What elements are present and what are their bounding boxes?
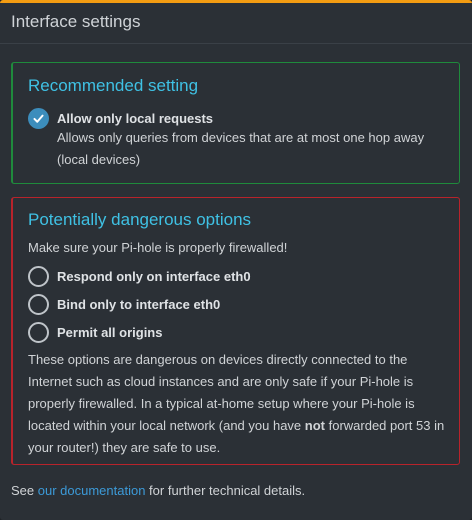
bind-only-eth0-option[interactable]: Bind only to interface eth0 (28, 294, 220, 315)
allow-local-requests-radio[interactable] (28, 108, 49, 129)
bind-only-eth0-radio[interactable] (28, 294, 49, 315)
dangerous-options-box: Potentially dangerous options Make sure … (11, 197, 460, 465)
checkmark-icon (33, 114, 44, 123)
permit-all-origins-label: Permit all origins (57, 325, 163, 340)
dangerous-options-note: These options are dangerous on devices d… (28, 349, 448, 459)
card-header: Interface settings (0, 3, 472, 44)
allow-local-requests-description: Allows only queries from devices that ar… (57, 130, 425, 167)
note-emphasis: not (304, 418, 325, 433)
recommended-setting-title: Recommended setting (28, 76, 199, 95)
permit-all-origins-option[interactable]: Permit all origins (28, 322, 162, 343)
recommended-setting-box: Recommended setting Allow only local req… (11, 62, 460, 184)
bind-only-eth0-label: Bind only to interface eth0 (57, 297, 221, 312)
firewall-warning: Make sure your Pi-hole is properly firew… (28, 240, 288, 255)
permit-all-origins-radio[interactable] (28, 322, 49, 343)
respond-only-eth0-option[interactable]: Respond only on interface eth0 (28, 266, 251, 287)
page-title: Interface settings (11, 12, 141, 31)
respond-only-eth0-label: Respond only on interface eth0 (57, 269, 251, 284)
footer-prefix: See (11, 483, 38, 498)
dangerous-options-title: Potentially dangerous options (28, 210, 252, 229)
footer-suffix: for further technical details. (145, 483, 306, 498)
interface-settings-card: Interface settings Recommended setting A… (0, 0, 472, 520)
respond-only-eth0-radio[interactable] (28, 266, 49, 287)
allow-local-requests-option[interactable]: Allow only local requests (28, 108, 213, 129)
documentation-link[interactable]: our documentation (38, 483, 146, 498)
allow-local-requests-label: Allow only local requests (57, 111, 214, 126)
footer-note: See our documentation for further techni… (11, 483, 305, 498)
